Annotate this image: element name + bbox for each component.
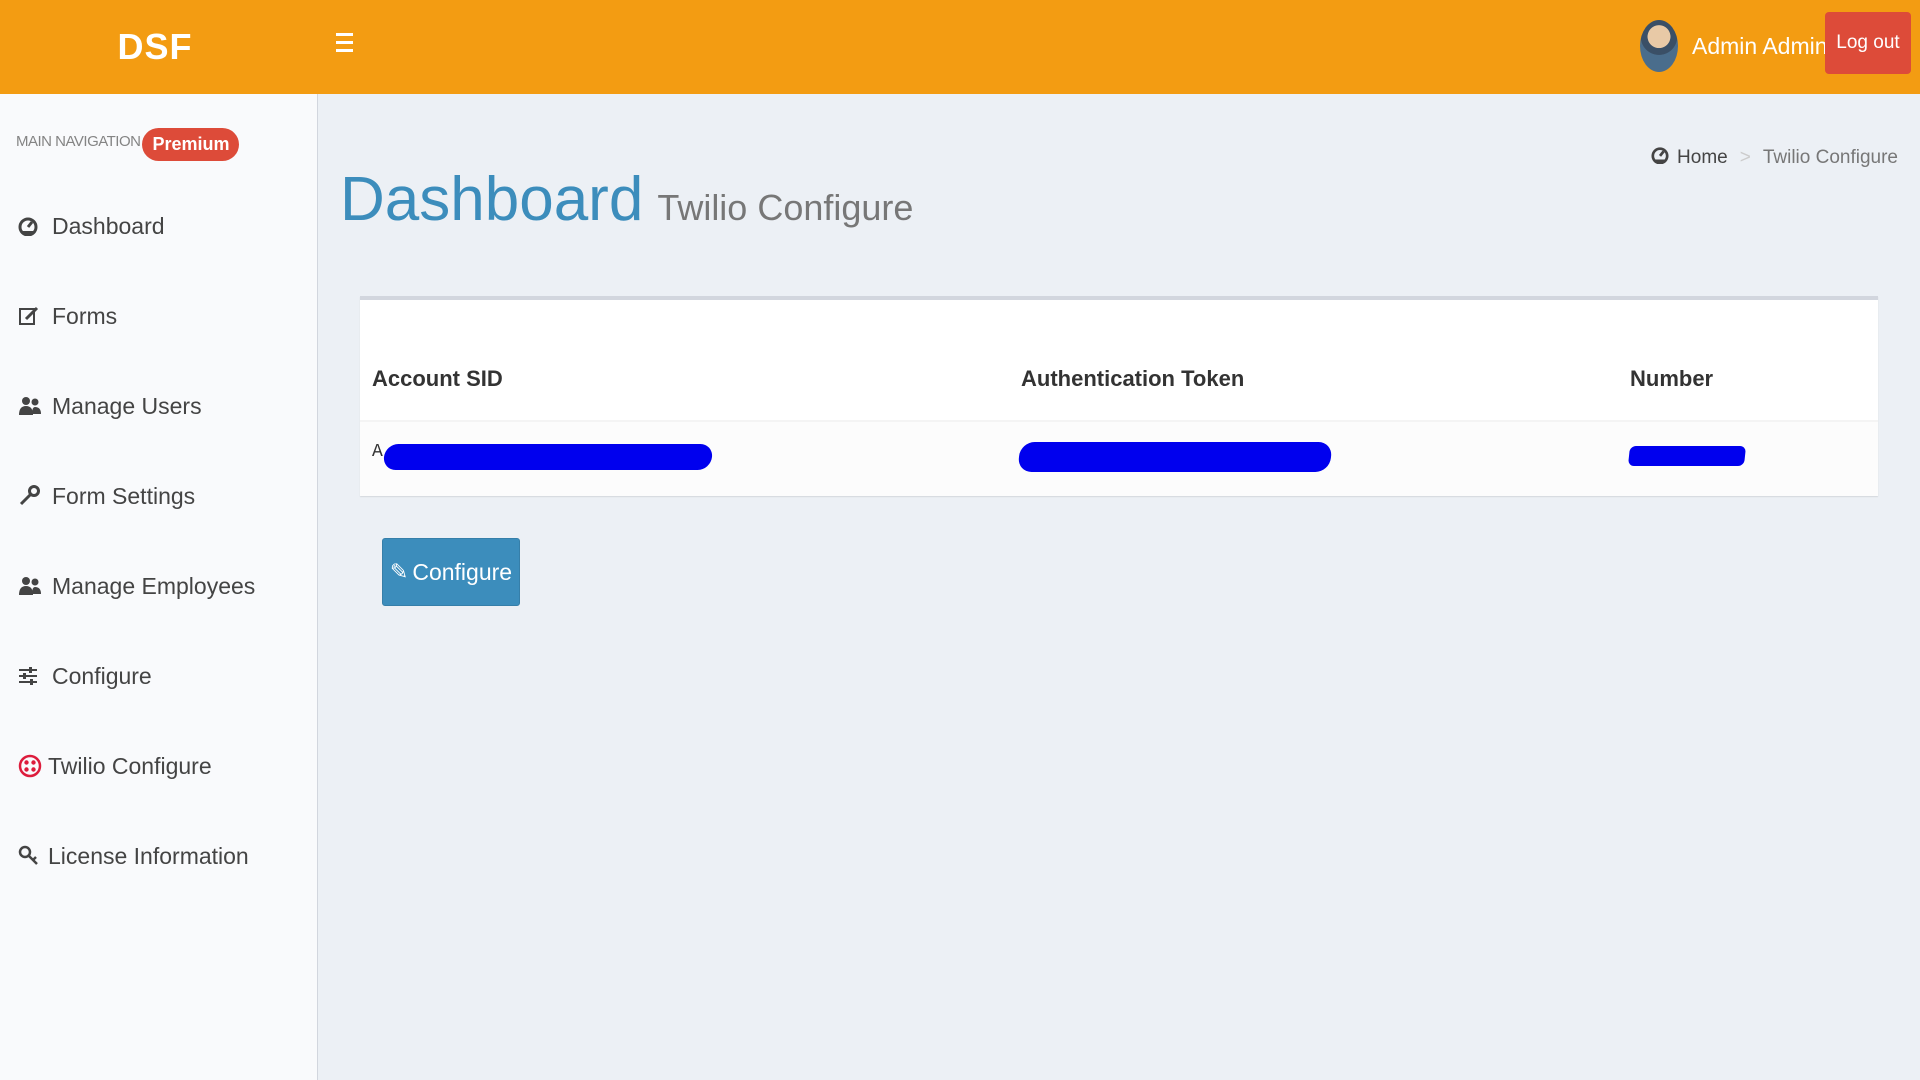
- twilio-icon: [18, 754, 44, 778]
- sidebar-item-manage-employees[interactable]: Manage Employees: [18, 566, 255, 606]
- sidebar-item-label: Manage Employees: [52, 572, 256, 599]
- logout-button[interactable]: Log out: [1825, 12, 1911, 74]
- column-header-auth-token: Authentication Token: [1021, 366, 1245, 391]
- account-sid-visible-text: A: [372, 442, 383, 462]
- sidebar-item-label: Configure: [52, 662, 152, 689]
- sidebar-item-manage-users[interactable]: Manage Users: [18, 386, 202, 426]
- sidebar-item-label: Forms: [52, 302, 118, 329]
- sidebar-item-configure[interactable]: Configure: [18, 656, 152, 696]
- key-icon: [18, 845, 44, 867]
- column-header-number: Number: [1630, 366, 1714, 391]
- sliders-icon: [18, 666, 44, 686]
- sidebar-item-dashboard[interactable]: Dashboard: [18, 206, 165, 246]
- redaction-mark: [382, 444, 714, 470]
- dashboard-icon: [18, 216, 44, 236]
- configure-button-label: Configure: [412, 558, 513, 585]
- sidebar-item-label: Dashboard: [52, 212, 165, 239]
- user-menu[interactable]: Admin Admin: [1640, 16, 1828, 76]
- page-title: Dashboard: [340, 165, 644, 234]
- sidebar-item-label: Manage Users: [52, 392, 202, 419]
- premium-badge: Premium: [142, 128, 240, 161]
- users-icon: [18, 395, 44, 417]
- configure-button[interactable]: ✎ Configure: [382, 538, 520, 606]
- top-navbar: DSF Admin Admin Log out: [0, 0, 1920, 94]
- nav-header: MAIN NAVIGATION Premium: [16, 122, 240, 161]
- account-sid-cell: A: [372, 442, 714, 476]
- nav-header-label: MAIN NAVIGATION: [16, 133, 141, 150]
- breadcrumb: Home > Twilio Configure: [1651, 146, 1898, 170]
- avatar: [1640, 20, 1678, 72]
- sidebar-item-twilio-configure[interactable]: Twilio Configure: [18, 746, 212, 786]
- sidebar-toggle-icon[interactable]: [336, 28, 360, 64]
- sidebar-item-forms[interactable]: Forms: [18, 296, 117, 336]
- app-logo[interactable]: DSF: [0, 0, 310, 94]
- number-cell: [1627, 442, 1749, 476]
- user-name: Admin Admin: [1692, 32, 1828, 59]
- sidebar-item-form-settings[interactable]: Form Settings: [18, 476, 195, 516]
- column-header-account-sid: Account SID: [372, 366, 503, 391]
- breadcrumb-home-link[interactable]: Home: [1677, 147, 1728, 169]
- sidebar: MAIN NAVIGATION Premium Dashboard Forms …: [0, 94, 318, 1080]
- auth-token-cell: [1017, 442, 1339, 476]
- page-header: Dashboard Twilio Configure: [340, 164, 913, 235]
- sidebar-item-label: Twilio Configure: [48, 752, 212, 779]
- dashboard-icon: [1651, 146, 1669, 170]
- edit-icon: [18, 305, 44, 327]
- sidebar-item-label: License Information: [48, 842, 249, 869]
- twilio-config-table: Account SID Authentication Token Number …: [360, 296, 1878, 496]
- users-icon: [18, 575, 44, 597]
- breadcrumb-current: Twilio Configure: [1762, 147, 1898, 168]
- redaction-mark: [1017, 442, 1333, 472]
- sidebar-item-license-information[interactable]: License Information: [18, 836, 249, 876]
- wrench-icon: [18, 485, 44, 507]
- redaction-mark: [1627, 446, 1747, 466]
- page-subtitle: Twilio Configure: [657, 187, 914, 228]
- pencil-icon: ✎: [389, 559, 409, 584]
- main-content: Dashboard Twilio Configure Home > Twilio…: [318, 94, 1920, 1080]
- sidebar-item-label: Form Settings: [52, 482, 196, 509]
- breadcrumb-separator: >: [1739, 147, 1751, 168]
